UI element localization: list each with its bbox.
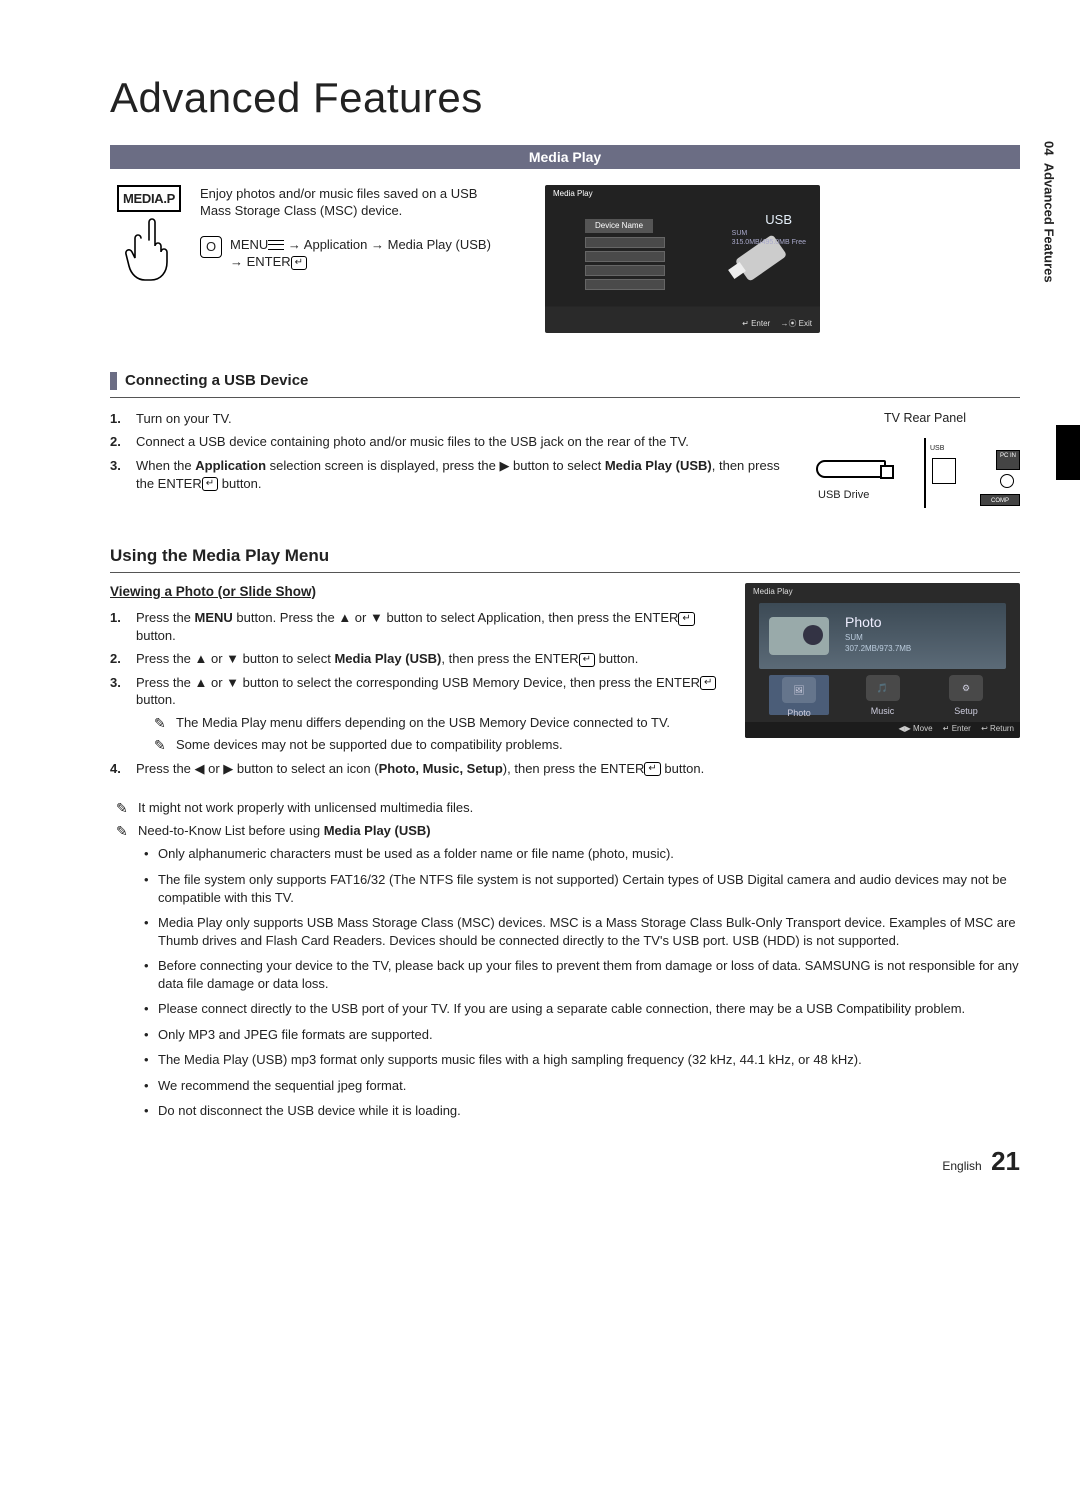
shot2-hero: Photo SUM 307.2MB/973.7MB bbox=[759, 603, 1006, 669]
list-item: Media Play only supports USB Mass Storag… bbox=[144, 914, 1020, 949]
shot2-return-hint: ↩ Return bbox=[981, 724, 1014, 733]
footer-language: English bbox=[942, 1159, 981, 1173]
pencil-note: Some devices may not be supported due to… bbox=[136, 736, 721, 754]
shot1-header: Media Play bbox=[553, 189, 593, 200]
music-icon: 🎵 bbox=[866, 675, 900, 701]
shot2-tile-photo: 🖼Photo bbox=[769, 675, 829, 715]
page-title: Advanced Features bbox=[110, 70, 1020, 127]
shot2-title: Photo bbox=[845, 613, 882, 632]
shot2-tile-setup: ⚙Setup bbox=[936, 675, 996, 715]
shot2-header: Media Play bbox=[753, 587, 793, 598]
shot1-sum: SUM 315.0MB/495.0MB Free bbox=[732, 229, 806, 248]
menu-path: O MENU → Application → Media Play (USB) … bbox=[200, 236, 505, 271]
pointing-hand-icon bbox=[124, 216, 174, 286]
photo-icon: 🖼 bbox=[782, 677, 816, 703]
usb-port-icon bbox=[932, 458, 956, 484]
list-item: Press the ◀ or ▶ button to select an ico… bbox=[110, 760, 721, 778]
list-item: Press the MENU button. Press the ▲ or ▼ … bbox=[110, 609, 721, 644]
shot1-exit-hint: →⦿ Exit bbox=[780, 319, 812, 328]
list-item: Please connect directly to the USB port … bbox=[144, 1000, 1020, 1018]
shot2-enter-hint: ↵ Enter bbox=[943, 724, 971, 733]
subheading-viewing-photo: Viewing a Photo (or Slide Show) bbox=[110, 583, 721, 601]
usb-port-label: USB bbox=[930, 444, 944, 453]
usb-drive-icon bbox=[816, 460, 886, 478]
section-heading-using-menu: Using the Media Play Menu bbox=[110, 545, 1020, 573]
media-play-steps: Press the MENU button. Press the ▲ or ▼ … bbox=[110, 609, 721, 777]
heading-bar-icon bbox=[110, 372, 117, 390]
screenshot-media-play-menu: Media Play Photo SUM 307.2MB/973.7MB 🖼Ph… bbox=[745, 583, 1020, 738]
page-footer: English 21 bbox=[110, 1144, 1020, 1179]
list-item: Only MP3 and JPEG file formats are suppo… bbox=[144, 1026, 1020, 1044]
shot1-usb-label: USB bbox=[765, 211, 792, 229]
section-band-media-play: Media Play bbox=[110, 145, 1020, 169]
usb-drive-label: USB Drive bbox=[818, 488, 869, 503]
list-item: Connect a USB device containing photo an… bbox=[110, 433, 800, 451]
component-port: COMP bbox=[980, 494, 1020, 506]
connect-usb-steps: Turn on your TV. Connect a USB device con… bbox=[110, 410, 800, 492]
shot2-tiles: 🖼Photo 🎵Music ⚙Setup bbox=[769, 675, 996, 715]
pencil-note: The Media Play menu differs depending on… bbox=[136, 714, 721, 732]
pencil-note: It might not work properly with unlicens… bbox=[110, 799, 1020, 817]
shot2-footer: ◀▶ Move ↵ Enter ↩ Return bbox=[745, 722, 1020, 738]
shot2-tile-music: 🎵Music bbox=[853, 675, 913, 715]
shot1-device-name: Device Name bbox=[585, 219, 653, 234]
secondary-notes: It might not work properly with unlicens… bbox=[110, 799, 1020, 839]
list-item: Turn on your TV. bbox=[110, 410, 800, 428]
shot1-enter-hint: ↵ Enter bbox=[742, 319, 770, 328]
enter-icon: ↵ bbox=[291, 256, 307, 270]
pencil-note: Need-to-Know List before using Media Pla… bbox=[110, 822, 1020, 840]
list-item: The Media Play (USB) mp3 format only sup… bbox=[144, 1051, 1020, 1069]
list-item: Before connecting your device to the TV,… bbox=[144, 957, 1020, 992]
rear-panel-label: TV Rear Panel bbox=[830, 410, 1020, 427]
screenshot-media-play-usb: Media Play Device Name USB SUM 315.0MB/4… bbox=[545, 185, 820, 333]
list-item: Only alphanumeric characters must be use… bbox=[144, 845, 1020, 863]
need-to-know-bullets: Only alphanumeric characters must be use… bbox=[144, 845, 1020, 1120]
media-p-button-graphic: MEDIA.P bbox=[110, 185, 188, 333]
intro-description: Enjoy photos and/or music files saved on… bbox=[200, 185, 505, 220]
list-item: The file system only supports FAT16/32 (… bbox=[144, 871, 1020, 906]
list-item: We recommend the sequential jpeg format. bbox=[144, 1077, 1020, 1095]
section-heading-connect-usb: Connecting a USB Device bbox=[110, 367, 1020, 398]
menu-icon bbox=[268, 240, 284, 250]
media-p-label: MEDIA.P bbox=[117, 185, 181, 213]
intro-block: MEDIA.P Enjoy photos and/or music files … bbox=[110, 185, 505, 333]
list-item: When the Application selection screen is… bbox=[110, 457, 800, 492]
setup-icon: ⚙ bbox=[949, 675, 983, 701]
om-icon: O bbox=[200, 236, 222, 258]
camera-icon bbox=[769, 617, 829, 655]
tv-panel-cutout: USB PC IN COMP bbox=[924, 438, 1020, 508]
pc-in-port: PC IN bbox=[996, 450, 1020, 470]
list-item: Do not disconnect the USB device while i… bbox=[144, 1102, 1020, 1120]
rear-panel-diagram: TV Rear Panel USB Drive USB PC IN COMP bbox=[830, 410, 1020, 505]
shot2-move-hint: ◀▶ Move bbox=[898, 724, 932, 733]
shot1-footer: ↵ Enter →⦿ Exit bbox=[734, 319, 812, 330]
shot2-sum: SUM 307.2MB/973.7MB bbox=[845, 633, 911, 655]
page-number: 21 bbox=[991, 1146, 1020, 1176]
list-item: Press the ▲ or ▼ button to select Media … bbox=[110, 650, 721, 668]
audio-jack-icon bbox=[1000, 474, 1014, 488]
shot1-device-rows bbox=[585, 237, 665, 293]
list-item: Press the ▲ or ▼ button to select the co… bbox=[110, 674, 721, 754]
